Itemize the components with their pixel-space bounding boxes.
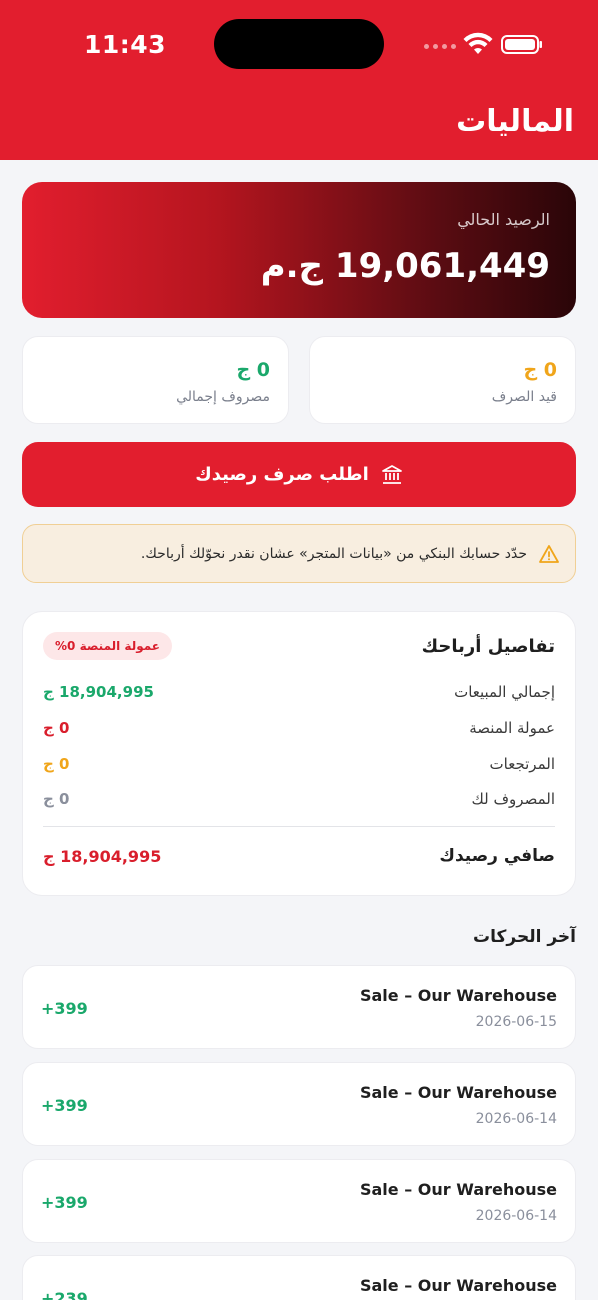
pending-payout-value: 0 ج bbox=[523, 359, 557, 381]
detail-label: إجمالي المبيعات bbox=[454, 683, 555, 701]
detail-row-total-sales: إجمالي المبيعات 18,904,995 ج bbox=[43, 680, 555, 704]
transaction-item[interactable]: Sale – Our Warehouse +239 bbox=[22, 1255, 576, 1300]
balance-card: الرصيد الحالي 19,061,449 ج.م bbox=[22, 182, 576, 318]
net-balance-row: صافي رصيدك 18,904,995 ج bbox=[43, 846, 555, 866]
balance-label: الرصيد الحالي bbox=[457, 210, 550, 229]
pending-payout-card: 0 ج قيد الصرف bbox=[309, 336, 576, 424]
page-title: الماليات bbox=[456, 104, 574, 139]
transaction-item[interactable]: Sale – Our Warehouse 2026-06-14 +399 bbox=[22, 1062, 576, 1146]
balance-value: 19,061,449 ج.م bbox=[260, 246, 550, 286]
transaction-amount: +399 bbox=[41, 1193, 88, 1212]
pending-payout-label: قيد الصرف bbox=[491, 389, 557, 405]
transaction-date: 2026-06-15 bbox=[475, 1014, 557, 1030]
total-spent-label: مصروف إجمالي bbox=[176, 389, 270, 405]
app-header: 11:43 الماليات bbox=[0, 0, 598, 160]
bank-account-warning[interactable]: حدّد حسابك البنكي من «بيانات المتجر» عشا… bbox=[22, 524, 576, 583]
detail-value: 0 ج bbox=[43, 719, 70, 737]
earnings-details-card: تفاصيل أرباحك عمولة المنصة 0% إجمالي الم… bbox=[22, 611, 576, 896]
request-withdrawal-label: اطلب صرف رصيدك bbox=[195, 464, 369, 485]
detail-value: 0 ج bbox=[43, 790, 70, 808]
details-divider bbox=[43, 826, 555, 827]
transaction-date: 2026-06-14 bbox=[475, 1208, 557, 1224]
transaction-title: Sale – Our Warehouse bbox=[359, 1180, 557, 1199]
bank-icon bbox=[381, 464, 402, 484]
details-title: تفاصيل أرباحك bbox=[421, 636, 555, 657]
recent-transactions-title: آخر الحركات bbox=[473, 927, 576, 947]
signal-dots-icon bbox=[424, 44, 456, 49]
total-spent-value: 0 ج bbox=[236, 359, 270, 381]
detail-row-paid-out: المصروف لك 0 ج bbox=[43, 787, 555, 811]
transaction-title: Sale – Our Warehouse bbox=[359, 986, 557, 1005]
detail-label: عمولة المنصة bbox=[469, 719, 555, 737]
wifi-icon bbox=[463, 32, 493, 54]
transaction-amount: +399 bbox=[41, 1096, 88, 1115]
detail-row-returns: المرتجعات 0 ج bbox=[43, 752, 555, 776]
total-spent-card: 0 ج مصروف إجمالي bbox=[22, 336, 289, 424]
request-withdrawal-button[interactable]: اطلب صرف رصيدك bbox=[22, 442, 576, 507]
detail-row-commission: عمولة المنصة 0 ج bbox=[43, 716, 555, 740]
warning-text: حدّد حسابك البنكي من «بيانات المتجر» عشا… bbox=[140, 545, 527, 562]
detail-label: المصروف لك bbox=[471, 790, 555, 808]
detail-value: 0 ج bbox=[43, 755, 70, 773]
transaction-amount: +239 bbox=[41, 1289, 88, 1300]
status-time: 11:43 bbox=[84, 30, 167, 59]
net-balance-value: 18,904,995 ج bbox=[43, 846, 162, 866]
dynamic-island bbox=[214, 19, 384, 69]
transaction-title: Sale – Our Warehouse bbox=[359, 1083, 557, 1102]
warning-icon bbox=[539, 544, 559, 563]
transaction-item[interactable]: Sale – Our Warehouse 2026-06-15 +399 bbox=[22, 965, 576, 1049]
net-balance-label: صافي رصيدك bbox=[439, 846, 555, 866]
transaction-date: 2026-06-14 bbox=[475, 1111, 557, 1127]
transaction-amount: +399 bbox=[41, 999, 88, 1018]
battery-icon bbox=[501, 35, 542, 54]
transaction-title: Sale – Our Warehouse bbox=[359, 1276, 557, 1295]
detail-label: المرتجعات bbox=[489, 755, 555, 773]
detail-value: 18,904,995 ج bbox=[43, 683, 154, 701]
commission-badge: عمولة المنصة 0% bbox=[43, 632, 172, 660]
transaction-item[interactable]: Sale – Our Warehouse 2026-06-14 +399 bbox=[22, 1159, 576, 1243]
